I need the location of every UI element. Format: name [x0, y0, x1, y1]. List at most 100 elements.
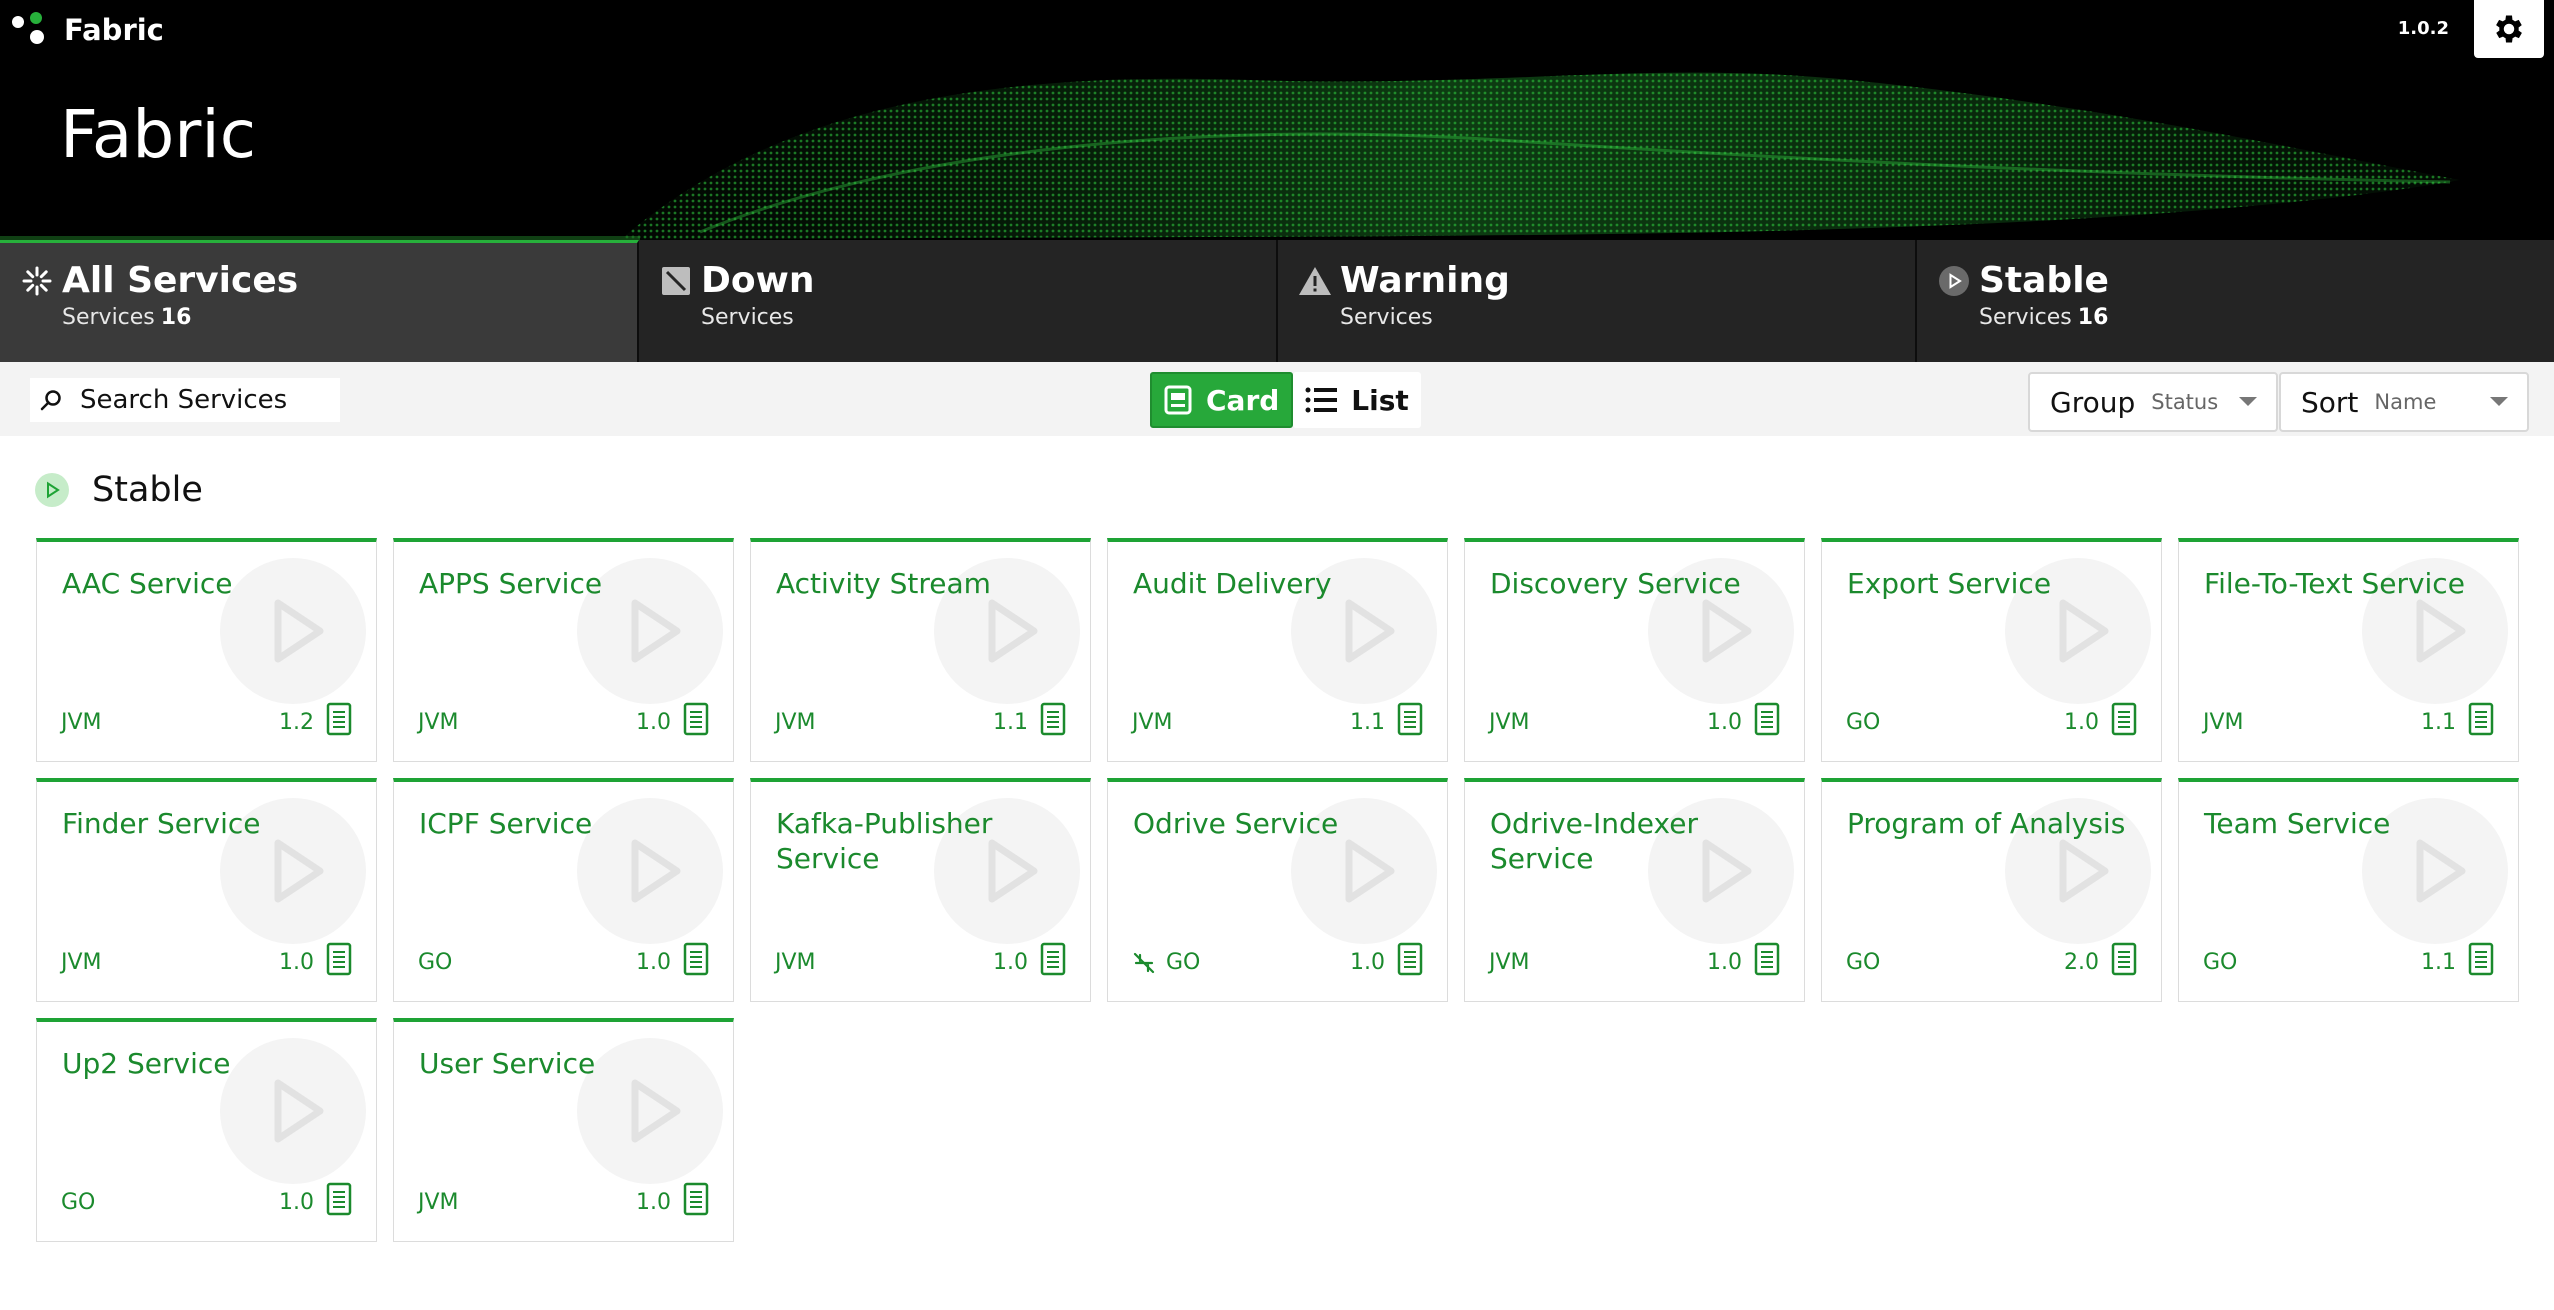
runtime-label: JVM: [418, 710, 459, 735]
runtime-label: JVM: [61, 950, 102, 975]
document-icon[interactable]: [1040, 702, 1066, 736]
service-name: Up2 Service: [62, 1047, 231, 1080]
service-runtime: JVM: [418, 710, 459, 735]
service-card[interactable]: File-To-Text Service JVM 1.1: [2178, 538, 2519, 762]
service-version: 1.0: [1707, 710, 1742, 735]
service-name: Finder Service: [62, 807, 261, 840]
card-view-button[interactable]: Card: [1150, 372, 1294, 428]
service-card[interactable]: User Service JVM 1.0: [393, 1018, 734, 1242]
chevron-down-icon: [2490, 397, 2508, 406]
document-icon[interactable]: [1397, 702, 1423, 736]
service-card[interactable]: Up2 Service GO 1.0: [36, 1018, 377, 1242]
service-runtime: JVM: [1489, 710, 1530, 735]
service-card[interactable]: APPS Service JVM 1.0: [393, 538, 734, 762]
fabric-logo-icon: [12, 12, 48, 48]
tab-count: 16: [2077, 305, 2109, 330]
service-version: 1.0: [2064, 710, 2099, 735]
document-icon[interactable]: [326, 1182, 352, 1216]
service-runtime: JVM: [775, 710, 816, 735]
document-icon[interactable]: [2468, 702, 2494, 736]
tab-stable[interactable]: Stable Services 16: [1917, 240, 2554, 362]
runtime-label: GO: [1166, 950, 1201, 975]
service-runtime: JVM: [2203, 710, 2244, 735]
service-version: 1.0: [636, 1190, 671, 1215]
document-icon[interactable]: [2111, 702, 2137, 736]
document-icon[interactable]: [1754, 702, 1780, 736]
runtime-label: JVM: [418, 1190, 459, 1215]
section-header: Stable: [34, 470, 203, 510]
service-card[interactable]: Team Service GO 1.1: [2178, 778, 2519, 1002]
document-icon[interactable]: [2468, 942, 2494, 976]
document-icon[interactable]: [1754, 942, 1780, 976]
service-name: APPS Service: [419, 567, 603, 600]
runtime-label: JVM: [1489, 710, 1530, 735]
page-title: Fabric: [60, 96, 257, 173]
group-by-select[interactable]: Group Status: [2028, 372, 2278, 432]
header-wave-graphic: [0, 72, 2460, 240]
runtime-label: JVM: [775, 950, 816, 975]
service-card[interactable]: Export Service GO 1.0: [1821, 538, 2162, 762]
search-icon: [40, 390, 61, 411]
tab-warning[interactable]: Warning Services: [1278, 240, 1917, 362]
service-runtime: GO: [1846, 710, 1880, 735]
service-name: Odrive Service: [1133, 807, 1339, 840]
search-box[interactable]: [30, 378, 340, 422]
tab-down[interactable]: Down Services: [639, 240, 1278, 362]
service-card[interactable]: ICPF Service GO 1.0: [393, 778, 734, 1002]
service-runtime: JVM: [775, 950, 816, 975]
search-input[interactable]: [80, 385, 320, 415]
list-view-label: List: [1351, 383, 1409, 417]
tab-label: All Services: [62, 260, 299, 301]
tab-all-services[interactable]: All Services Services 16: [0, 240, 639, 362]
document-icon[interactable]: [2111, 942, 2137, 976]
service-card[interactable]: Odrive-Indexer Service JVM 1.0: [1464, 778, 1805, 1002]
runtime-label: GO: [2203, 950, 2238, 975]
settings-button[interactable]: [2474, 0, 2544, 58]
app-logo[interactable]: Fabric: [12, 12, 164, 48]
runtime-label: JVM: [61, 710, 102, 735]
service-card[interactable]: Activity Stream JVM 1.1: [750, 538, 1091, 762]
runtime-label: GO: [1846, 950, 1881, 975]
document-icon[interactable]: [326, 942, 352, 976]
document-icon[interactable]: [683, 942, 709, 976]
tab-label: Down: [701, 260, 815, 301]
service-card[interactable]: Program of Analysis GO 2.0: [1821, 778, 2162, 1002]
service-name: Discovery Service: [1490, 567, 1741, 600]
service-card[interactable]: Odrive Service GO 1.0: [1107, 778, 1448, 1002]
service-name: File-To-Text Service: [2204, 567, 2465, 600]
down-icon: [659, 264, 693, 298]
service-name: Activity Stream: [776, 567, 991, 600]
service-version: 1.0: [636, 710, 671, 735]
sort-label: Sort: [2301, 385, 2359, 419]
chevron-down-icon: [2239, 397, 2257, 406]
play-circle-icon: [35, 473, 69, 507]
tab-label: Warning: [1340, 260, 1510, 301]
document-icon[interactable]: [683, 1182, 709, 1216]
service-version: 1.1: [2421, 950, 2456, 975]
service-card[interactable]: Finder Service JVM 1.0: [36, 778, 377, 1002]
runtime-label: GO: [61, 1190, 96, 1215]
toolbar: Card List Group Status Sort Name: [0, 362, 2554, 436]
document-icon[interactable]: [683, 702, 709, 736]
list-view-button[interactable]: List: [1293, 372, 1421, 428]
card-view-icon: [1164, 385, 1192, 415]
document-icon[interactable]: [1397, 942, 1423, 976]
service-runtime: GO: [2203, 950, 2237, 975]
tab-count: 16: [160, 305, 192, 330]
service-runtime: GO: [61, 1190, 95, 1215]
service-name: Odrive-Indexer Service: [1490, 807, 1698, 875]
list-icon: [1305, 387, 1338, 413]
service-card[interactable]: AAC Service JVM 1.2: [36, 538, 377, 762]
document-icon[interactable]: [1040, 942, 1066, 976]
document-icon[interactable]: [326, 702, 352, 736]
service-name: Team Service: [2204, 807, 2391, 840]
service-card[interactable]: Kafka-Publisher Service JVM 1.0: [750, 778, 1091, 1002]
card-view-label: Card: [1206, 383, 1280, 417]
loading-spinner-icon: [20, 264, 54, 298]
runtime-label: JVM: [1132, 710, 1173, 735]
service-card[interactable]: Audit Delivery JVM 1.1: [1107, 538, 1448, 762]
service-version: 1.1: [993, 710, 1028, 735]
service-name: Program of Analysis: [1847, 807, 2126, 840]
sort-by-select[interactable]: Sort Name: [2279, 372, 2529, 432]
service-card[interactable]: Discovery Service JVM 1.0: [1464, 538, 1805, 762]
